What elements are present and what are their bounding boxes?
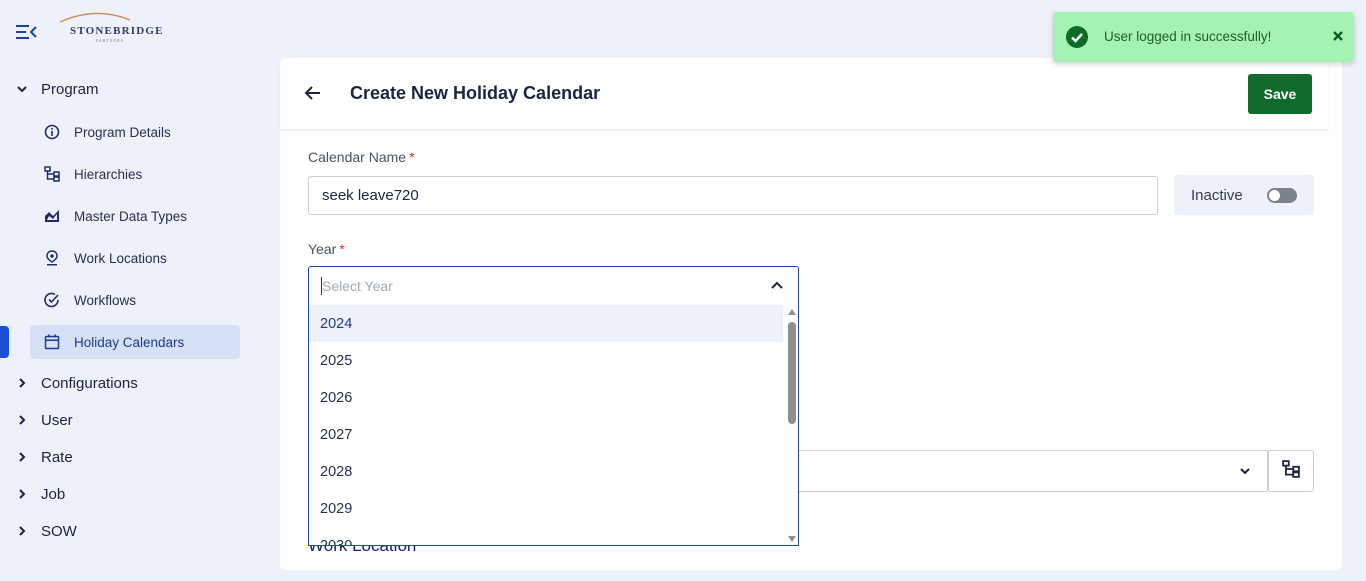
chevron-right-icon xyxy=(0,415,41,425)
year-select[interactable]: Select Year xyxy=(308,266,799,306)
sidebar-item-label: Program Details xyxy=(74,124,171,140)
chevron-down-icon xyxy=(0,84,41,94)
chevron-up-icon[interactable] xyxy=(770,279,784,298)
logo-subtext: PARTNERS xyxy=(96,38,124,43)
hierarchy-tree-button[interactable] xyxy=(1268,450,1314,492)
year-placeholder: Select Year xyxy=(322,278,393,294)
sidebar-item-label: Master Data Types xyxy=(74,208,188,224)
close-icon[interactable] xyxy=(1331,29,1345,43)
year-option[interactable]: 2024 xyxy=(309,305,783,342)
map-pin-icon xyxy=(30,250,74,266)
nav-group-label: Configurations xyxy=(41,374,138,392)
logo-text: STONEBRIDGE xyxy=(70,25,164,37)
year-option[interactable]: 2025 xyxy=(309,342,783,379)
nav-group-rate[interactable]: Rate xyxy=(0,445,73,469)
nav-group-label: User xyxy=(41,411,73,429)
chevron-right-icon xyxy=(0,526,41,536)
sidebar-item-label: Hierarchies xyxy=(74,166,143,182)
calendar-name-input[interactable] xyxy=(308,176,1158,215)
sidebar: STONEBRIDGE PARTNERS Program Program Det… xyxy=(0,0,268,581)
chevron-right-icon xyxy=(0,489,41,499)
required-mark: * xyxy=(409,149,415,165)
active-indicator xyxy=(0,326,9,358)
scrollbar-thumb[interactable] xyxy=(788,322,796,424)
success-toast: User logged in successfully! xyxy=(1053,12,1354,62)
chart-area-icon xyxy=(30,208,74,224)
scroll-up-arrow-icon[interactable] xyxy=(788,309,796,315)
nav-group-label: Program xyxy=(41,80,99,98)
status-toggle[interactable] xyxy=(1267,188,1297,203)
dropdown-scrollbar[interactable] xyxy=(785,305,798,545)
year-dropdown-list: 2024 2025 2026 2027 2028 2029 2030 xyxy=(308,305,799,546)
hierarchy-icon xyxy=(30,166,74,182)
info-circle-icon xyxy=(30,124,74,140)
sidebar-item-workflows[interactable]: Workflows xyxy=(30,283,240,317)
check-circle-icon xyxy=(30,292,74,308)
nav-group-label: Job xyxy=(41,485,66,503)
save-button[interactable]: Save xyxy=(1248,74,1312,114)
menu-collapse-icon[interactable] xyxy=(16,24,38,40)
nav-group-label: Rate xyxy=(41,448,73,466)
sidebar-item-label: Workflows xyxy=(74,292,137,308)
hierarchy-select[interactable] xyxy=(798,450,1268,492)
scroll-down-arrow-icon[interactable] xyxy=(788,536,796,542)
nav-group-configurations[interactable]: Configurations xyxy=(0,371,138,395)
calendar-icon xyxy=(30,334,74,350)
sidebar-item-holiday-calendars[interactable]: Holiday Calendars xyxy=(30,325,240,359)
brand-logo: STONEBRIDGE PARTNERS xyxy=(56,10,164,46)
sidebar-item-master-data-types[interactable]: Master Data Types xyxy=(30,199,240,233)
year-label: Year * xyxy=(308,241,345,257)
page-title: Create New Holiday Calendar xyxy=(350,83,601,103)
year-option[interactable]: 2026 xyxy=(309,379,783,416)
sidebar-item-label: Work Locations xyxy=(74,250,167,266)
year-option[interactable]: 2029 xyxy=(309,490,783,527)
sidebar-item-hierarchies[interactable]: Hierarchies xyxy=(30,157,240,191)
toast-message: User logged in successfully! xyxy=(1104,29,1272,44)
status-label: Inactive xyxy=(1191,186,1243,204)
year-option[interactable]: 2028 xyxy=(309,453,783,490)
chevron-down-icon[interactable] xyxy=(1239,464,1251,482)
sidebar-item-program-details[interactable]: Program Details xyxy=(30,115,240,149)
status-toggle-box: Inactive xyxy=(1174,175,1314,215)
year-option[interactable]: 2027 xyxy=(309,416,783,453)
nav-group-label: SOW xyxy=(41,522,77,540)
sidebar-item-label: Holiday Calendars xyxy=(74,334,185,350)
year-option[interactable]: 2030 xyxy=(309,527,783,546)
nav-group-program[interactable]: Program xyxy=(0,77,99,101)
panel-header: Create New Holiday Calendar Save xyxy=(280,58,1328,130)
check-circle-icon xyxy=(1066,26,1088,48)
required-mark: * xyxy=(339,241,345,257)
chevron-right-icon xyxy=(0,452,41,462)
main-panel: Create New Holiday Calendar Save Calenda… xyxy=(280,58,1342,570)
nav-group-job[interactable]: Job xyxy=(0,482,65,506)
hierarchy-icon xyxy=(1282,459,1300,483)
nav-group-sow[interactable]: SOW xyxy=(0,519,77,543)
toggle-knob xyxy=(1269,190,1280,201)
calendar-name-label: Calendar Name * xyxy=(308,149,415,165)
chevron-right-icon xyxy=(0,378,41,388)
back-arrow-icon[interactable] xyxy=(304,84,322,102)
nav-group-user[interactable]: User xyxy=(0,408,73,432)
sidebar-item-work-locations[interactable]: Work Locations xyxy=(30,241,240,275)
